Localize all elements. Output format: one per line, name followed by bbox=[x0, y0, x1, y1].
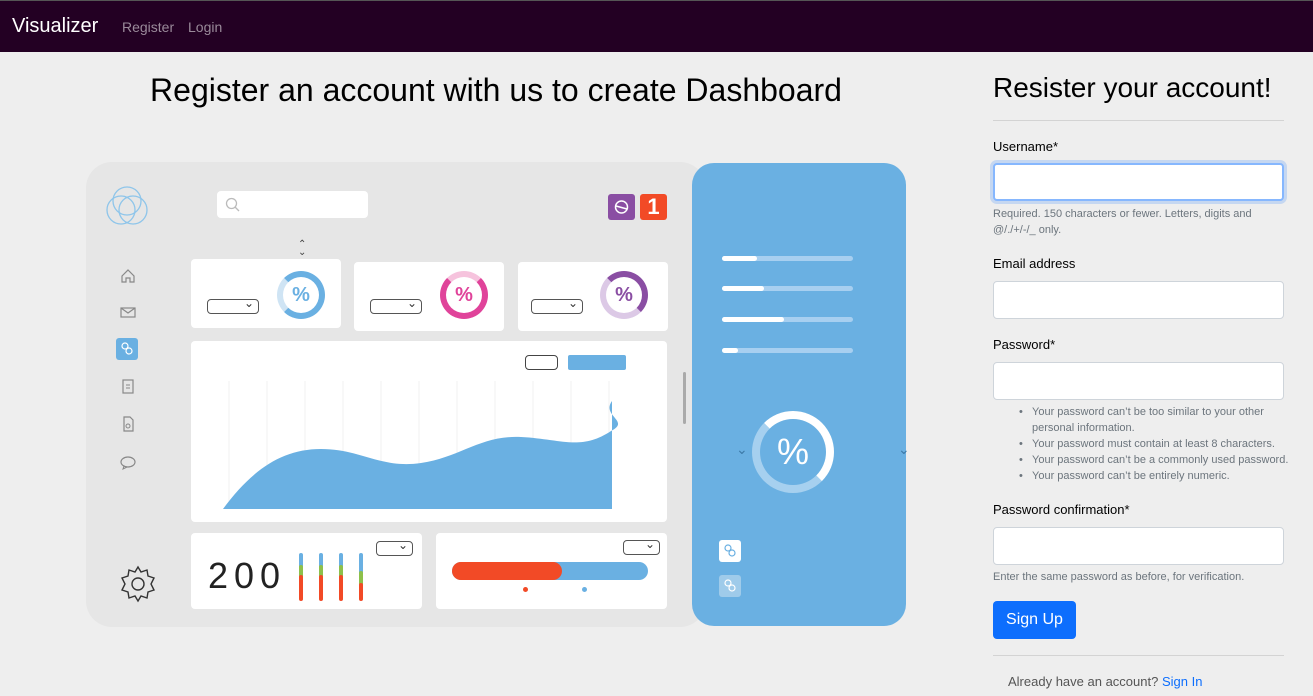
username-field[interactable] bbox=[993, 163, 1284, 201]
username-help: Required. 150 characters or fewer. Lette… bbox=[993, 208, 1252, 236]
notification-badge: 1 bbox=[640, 194, 667, 220]
password-rule: Your password must contain at least 8 ch… bbox=[1019, 436, 1292, 452]
progress-line-4 bbox=[722, 348, 853, 353]
scroll-handle bbox=[683, 372, 686, 424]
illustration-search-bar bbox=[217, 191, 368, 218]
document-icon bbox=[123, 416, 134, 432]
nav-login-link[interactable]: Login bbox=[188, 19, 222, 35]
illustration-blue-panel: % ⌄ ⌄ bbox=[692, 163, 910, 626]
mail-icon bbox=[120, 307, 136, 318]
user-badge-icon bbox=[608, 194, 635, 220]
divider-top bbox=[993, 120, 1284, 121]
chevron-right-icon: ⌄ bbox=[898, 441, 910, 457]
navbar: Visualizer Register Login bbox=[0, 0, 1313, 52]
progress-line-3 bbox=[722, 317, 853, 322]
footer-text: Already have an account? Sign In bbox=[1008, 674, 1202, 689]
card-dropdown bbox=[623, 537, 660, 555]
venn-logo-icon bbox=[106, 186, 148, 225]
brand-logo[interactable]: Visualizer bbox=[12, 15, 98, 38]
email-field[interactable] bbox=[993, 281, 1284, 319]
username-label: Username* bbox=[993, 139, 1059, 154]
chat-icon bbox=[120, 456, 136, 470]
legend-dot-red bbox=[523, 587, 528, 592]
footer-question: Already have an account? bbox=[1008, 674, 1159, 689]
password-rule: Your password can’t be entirely numeric. bbox=[1019, 468, 1292, 484]
kpi-card-1: % bbox=[191, 259, 341, 328]
sort-chevron-icon: ⌃ ⌄ bbox=[298, 239, 307, 258]
user-icon-white bbox=[719, 540, 741, 562]
password-field[interactable] bbox=[993, 362, 1284, 400]
progress-line-2 bbox=[722, 286, 853, 291]
kpi-dropdown bbox=[207, 296, 259, 314]
form-title: Resister your account! bbox=[993, 72, 1272, 103]
password-label: Password* bbox=[993, 337, 1056, 352]
password-rule: Your password can’t be too similar to yo… bbox=[1019, 404, 1292, 436]
percent-ring-blue: % bbox=[277, 271, 325, 319]
user-icon-light bbox=[719, 575, 741, 597]
big-number-card: 200 bbox=[191, 533, 422, 609]
percent-ring-pink: % bbox=[440, 271, 488, 319]
big-percent-text: % bbox=[764, 423, 822, 481]
password-rules-list: Your password can’t be too similar to yo… bbox=[1019, 404, 1292, 484]
progress-line-1 bbox=[722, 256, 853, 261]
users-icon bbox=[116, 338, 138, 360]
divider-bottom bbox=[993, 655, 1284, 656]
kpi-dropdown bbox=[531, 296, 583, 314]
progress-card bbox=[436, 533, 667, 609]
clipboard-icon bbox=[122, 379, 134, 394]
mini-bar-chart bbox=[299, 553, 363, 601]
kpi-card-3: % bbox=[518, 262, 668, 331]
password-confirmation-label: Password confirmation* bbox=[993, 502, 1130, 517]
dashboard-illustration: 1 ⌃⌄ % % % bbox=[86, 162, 910, 627]
kpi-dropdown bbox=[370, 296, 422, 314]
password-confirmation-field[interactable] bbox=[993, 527, 1284, 565]
password-rule: Your password can’t be a commonly used p… bbox=[1019, 452, 1292, 468]
search-icon bbox=[225, 197, 240, 212]
progress-fill bbox=[452, 562, 562, 580]
chevron-left-icon: ⌄ bbox=[736, 441, 748, 457]
hero-title: Register an account with us to create Da… bbox=[150, 72, 842, 108]
password-confirmation-help: Enter the same password as before, for v… bbox=[993, 571, 1245, 583]
area-chart bbox=[223, 381, 619, 509]
legend-dot-blue bbox=[582, 587, 587, 592]
progress-track bbox=[452, 562, 648, 580]
kpi-card-2: % bbox=[354, 262, 504, 331]
gear-icon bbox=[121, 565, 155, 603]
illustration-panel: 1 ⌃⌄ % % % bbox=[86, 162, 706, 627]
sign-in-link[interactable]: Sign In bbox=[1162, 674, 1202, 689]
email-label: Email address bbox=[993, 256, 1076, 271]
card-dropdown bbox=[376, 538, 413, 556]
sign-up-button[interactable]: Sign Up bbox=[993, 601, 1076, 639]
home-icon bbox=[121, 269, 135, 283]
nav-register-link[interactable]: Register bbox=[122, 19, 174, 35]
percent-ring-purple: % bbox=[600, 271, 648, 319]
big-number: 200 bbox=[208, 555, 287, 596]
area-chart-card bbox=[191, 341, 667, 522]
big-percent-ring: % bbox=[752, 411, 834, 493]
